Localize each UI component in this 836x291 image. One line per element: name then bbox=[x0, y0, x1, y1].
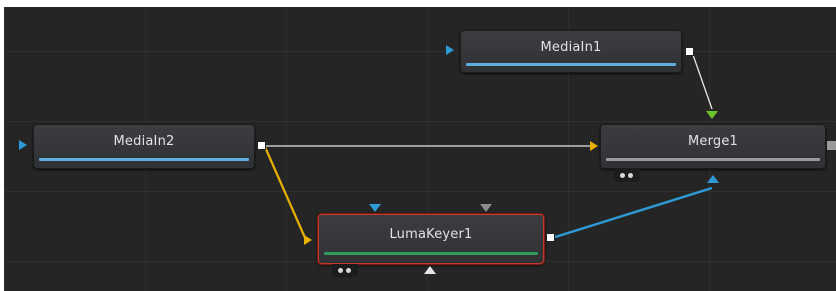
node-mediain1[interactable]: MediaIn1 bbox=[460, 30, 682, 73]
mediain2-output-port[interactable] bbox=[257, 141, 266, 150]
node-label: Merge1 bbox=[687, 134, 739, 149]
merge1-foreground-input-arrow-icon[interactable] bbox=[706, 111, 718, 119]
lumakeyer1-mask-indicator bbox=[332, 264, 358, 277]
merge1-effect-mask-input-arrow-icon[interactable] bbox=[707, 175, 719, 183]
lumakeyer1-input-arrow-icon[interactable] bbox=[304, 235, 312, 245]
wire-mediain1-merge1 bbox=[691, 51, 713, 110]
node-color-bar bbox=[39, 158, 249, 161]
node-lumakeyer1[interactable]: LumaKeyer1 bbox=[318, 214, 544, 264]
mask-dot bbox=[338, 268, 343, 273]
node-color-bar bbox=[324, 252, 538, 255]
node-label: LumaKeyer1 bbox=[389, 227, 473, 242]
lumakeyer1-solid-mask-input-arrow-icon[interactable] bbox=[480, 204, 492, 212]
node-mediain2[interactable]: MediaIn2 bbox=[33, 124, 255, 169]
node-label: MediaIn1 bbox=[540, 40, 602, 55]
lumakeyer1-output-port[interactable] bbox=[546, 233, 555, 242]
mediain1-output-port[interactable] bbox=[685, 47, 694, 56]
mask-dot bbox=[628, 173, 633, 178]
merge1-mask-indicator bbox=[614, 169, 640, 182]
mediain1-input-arrow-icon[interactable] bbox=[446, 45, 454, 55]
lumakeyer1-garbage-mask-input-arrow-icon[interactable] bbox=[369, 204, 381, 212]
merge1-background-input-arrow-icon[interactable] bbox=[590, 141, 598, 151]
node-label: MediaIn2 bbox=[113, 134, 175, 149]
wire-mediain2-lumakeyer1 bbox=[263, 146, 308, 241]
node-editor-canvas[interactable]: MediaIn1 MediaIn2 Merge1 LumaKeyer1 bbox=[4, 7, 836, 291]
mediain2-input-arrow-icon[interactable] bbox=[19, 140, 27, 150]
merge1-output-port[interactable] bbox=[827, 141, 836, 150]
node-color-bar bbox=[466, 63, 676, 66]
node-merge1[interactable]: Merge1 bbox=[600, 124, 826, 169]
mask-dot bbox=[346, 268, 351, 273]
wire-lumakeyer1-merge1 bbox=[551, 186, 713, 240]
lumakeyer1-output-arrow-icon[interactable] bbox=[424, 266, 436, 274]
mask-dot bbox=[620, 173, 625, 178]
node-color-bar bbox=[606, 158, 820, 161]
